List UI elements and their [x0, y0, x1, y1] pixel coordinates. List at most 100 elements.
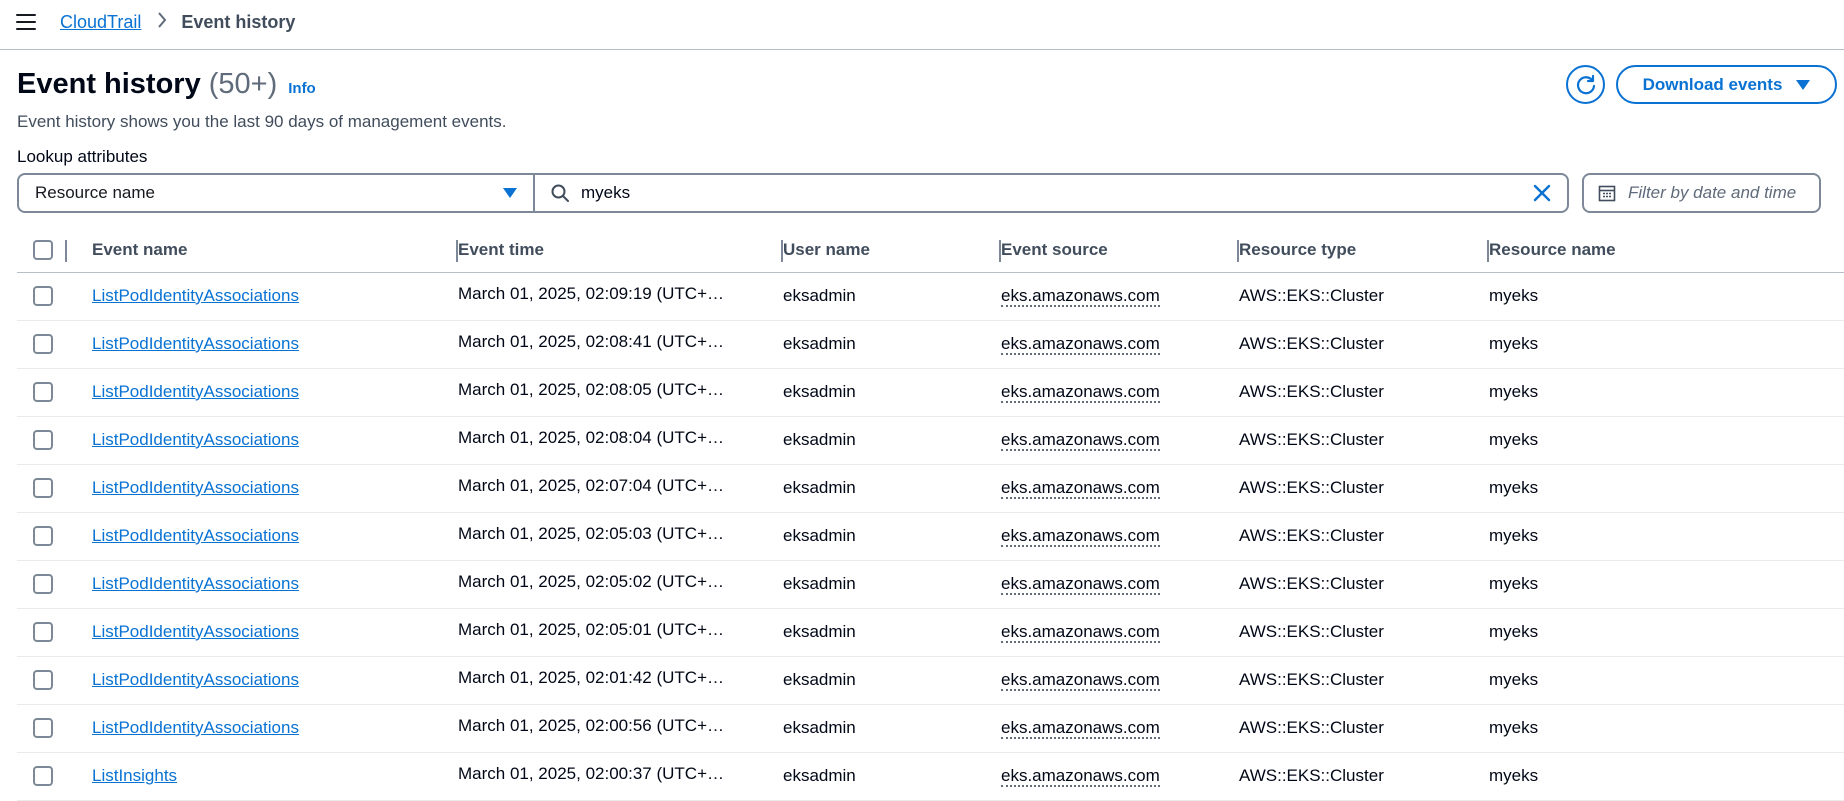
resource-type: AWS::EKS::Cluster	[1239, 334, 1384, 353]
menu-icon[interactable]	[16, 14, 36, 32]
column-header-event-name[interactable]: Event name	[92, 228, 458, 273]
event-name-link[interactable]: ListPodIdentityAssociations	[92, 382, 299, 401]
row-checkbox[interactable]	[33, 382, 53, 402]
top-navigation: CloudTrail Event history	[0, 0, 1844, 50]
event-name-link[interactable]: ListPodIdentityAssociations	[92, 670, 299, 689]
date-time-filter-placeholder: Filter by date and time	[1628, 183, 1797, 202]
event-source-link[interactable]: eks.amazonaws.com	[1001, 382, 1160, 403]
resource-name: myeks	[1489, 526, 1539, 545]
search-input[interactable]	[581, 183, 1531, 203]
user-name: eksadmin	[783, 718, 856, 737]
resource-type: AWS::EKS::Cluster	[1239, 670, 1384, 689]
info-link[interactable]: Info	[288, 80, 316, 97]
column-header-resource-type[interactable]: Resource type	[1239, 228, 1489, 273]
event-name-link[interactable]: ListPodIdentityAssociations	[92, 286, 299, 305]
column-header-event-time[interactable]: Event time	[458, 228, 783, 273]
column-header-user-name[interactable]: User name	[783, 228, 1001, 273]
event-name-link[interactable]: ListPodIdentityAssociations	[92, 718, 299, 737]
resource-type: AWS::EKS::Cluster	[1239, 718, 1384, 737]
event-name-link[interactable]: ListPodIdentityAssociations	[92, 478, 299, 497]
table-row: ListPodIdentityAssociations March 01, 20…	[17, 368, 1844, 417]
page-title: Event history	[17, 68, 201, 100]
event-time: March 01, 2025, 02:00:37 (UTC+…	[458, 763, 724, 783]
refresh-icon	[1576, 74, 1595, 94]
events-table: Event name Event time User name Event so…	[17, 228, 1844, 801]
column-header-resource-name[interactable]: Resource name	[1489, 228, 1844, 273]
event-name-link[interactable]: ListInsights	[92, 766, 177, 785]
lookup-attribute-select[interactable]: Resource name	[19, 175, 535, 211]
event-source-link[interactable]: eks.amazonaws.com	[1001, 718, 1160, 739]
event-source-link[interactable]: eks.amazonaws.com	[1001, 670, 1160, 691]
resource-type: AWS::EKS::Cluster	[1239, 382, 1384, 401]
resource-name: myeks	[1489, 574, 1539, 593]
events-table-body: ListPodIdentityAssociations March 01, 20…	[17, 272, 1844, 801]
resource-type: AWS::EKS::Cluster	[1239, 766, 1384, 785]
event-name-link[interactable]: ListPodIdentityAssociations	[92, 574, 299, 593]
column-header-label: Event name	[92, 239, 188, 259]
row-checkbox[interactable]	[33, 574, 53, 594]
resource-type: AWS::EKS::Cluster	[1239, 430, 1384, 449]
row-checkbox[interactable]	[33, 334, 53, 354]
date-time-filter[interactable]: Filter by date and time	[1582, 173, 1821, 213]
search-field	[535, 175, 1567, 211]
page-header: Event history (50+) Info	[17, 68, 316, 101]
resource-type: AWS::EKS::Cluster	[1239, 526, 1384, 545]
calendar-icon	[1598, 185, 1616, 202]
refresh-button[interactable]	[1566, 65, 1605, 104]
event-source-link[interactable]: eks.amazonaws.com	[1001, 526, 1160, 547]
event-name-link[interactable]: ListPodIdentityAssociations	[92, 430, 299, 449]
user-name: eksadmin	[783, 430, 856, 449]
table-row: ListPodIdentityAssociations March 01, 20…	[17, 704, 1844, 753]
event-time: March 01, 2025, 02:08:04 (UTC+…	[458, 427, 724, 447]
resource-name: myeks	[1489, 478, 1539, 497]
event-source-link[interactable]: eks.amazonaws.com	[1001, 766, 1160, 787]
resource-type: AWS::EKS::Cluster	[1239, 574, 1384, 593]
user-name: eksadmin	[783, 334, 856, 353]
event-name-link[interactable]: ListPodIdentityAssociations	[92, 622, 299, 641]
row-checkbox[interactable]	[33, 622, 53, 642]
user-name: eksadmin	[783, 382, 856, 401]
event-source-link[interactable]: eks.amazonaws.com	[1001, 574, 1160, 595]
event-name-link[interactable]: ListPodIdentityAssociations	[92, 334, 299, 353]
breadcrumb-current: Event history	[181, 12, 296, 32]
row-checkbox[interactable]	[33, 718, 53, 738]
column-header-event-source[interactable]: Event source	[1001, 228, 1239, 273]
resource-type: AWS::EKS::Cluster	[1239, 286, 1384, 305]
clear-search-icon[interactable]	[1531, 182, 1553, 204]
row-checkbox[interactable]	[33, 478, 53, 498]
event-time: March 01, 2025, 02:05:03 (UTC+…	[458, 523, 724, 543]
resource-name: myeks	[1489, 766, 1539, 785]
column-header-label: Event source	[1001, 239, 1108, 259]
row-checkbox[interactable]	[33, 766, 53, 786]
row-checkbox[interactable]	[33, 286, 53, 306]
search-icon	[551, 184, 569, 202]
resource-name: myeks	[1489, 286, 1539, 305]
table-row: ListInsights March 01, 2025, 02:00:37 (U…	[17, 752, 1844, 801]
resource-type: AWS::EKS::Cluster	[1239, 478, 1384, 497]
event-source-link[interactable]: eks.amazonaws.com	[1001, 478, 1160, 499]
select-all-checkbox[interactable]	[33, 239, 53, 260]
table-row: ListPodIdentityAssociations March 01, 20…	[17, 608, 1844, 657]
download-events-button[interactable]: Download events	[1616, 65, 1837, 104]
table-row: ListPodIdentityAssociations March 01, 20…	[17, 320, 1844, 369]
breadcrumb-cloudtrail-link[interactable]: CloudTrail	[60, 12, 141, 33]
event-source-link[interactable]: eks.amazonaws.com	[1001, 286, 1160, 307]
row-checkbox[interactable]	[33, 670, 53, 690]
resource-type: AWS::EKS::Cluster	[1239, 622, 1384, 641]
row-checkbox[interactable]	[33, 526, 53, 546]
event-source-link[interactable]: eks.amazonaws.com	[1001, 430, 1160, 451]
resource-name: myeks	[1489, 718, 1539, 737]
lookup-attributes-label: Lookup attributes	[17, 147, 148, 166]
column-header-label: Resource name	[1489, 239, 1616, 259]
event-name-link[interactable]: ListPodIdentityAssociations	[92, 526, 299, 545]
event-source-link[interactable]: eks.amazonaws.com	[1001, 334, 1160, 355]
table-row: ListPodIdentityAssociations March 01, 20…	[17, 272, 1844, 321]
event-source-link[interactable]: eks.amazonaws.com	[1001, 622, 1160, 643]
user-name: eksadmin	[783, 622, 856, 641]
row-checkbox[interactable]	[33, 430, 53, 450]
resource-name: myeks	[1489, 430, 1539, 449]
event-time: March 01, 2025, 02:07:04 (UTC+…	[458, 475, 724, 495]
download-events-label: Download events	[1642, 74, 1783, 94]
page-description: Event history shows you the last 90 days…	[17, 112, 507, 131]
resource-name: myeks	[1489, 382, 1539, 401]
